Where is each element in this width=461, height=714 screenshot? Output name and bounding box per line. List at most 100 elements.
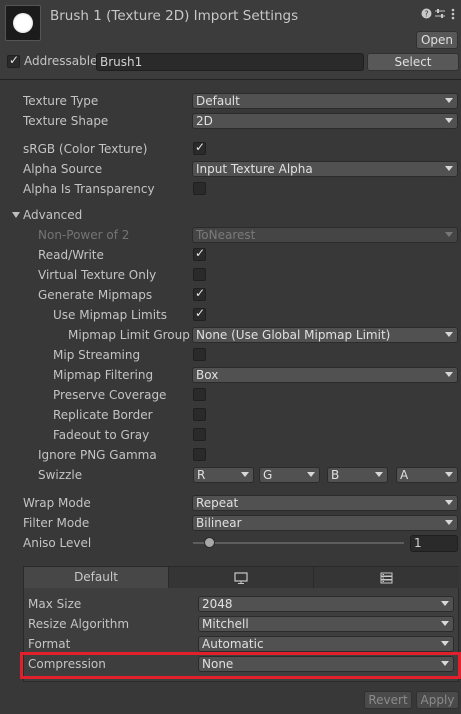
use-mipmap-limits-checkbox[interactable] [193,306,206,321]
monitor-icon [234,572,248,584]
mip-streaming-label: Mip Streaming [53,348,141,362]
generate-mipmaps-label: Generate Mipmaps [38,288,153,302]
tab-server[interactable] [314,567,459,588]
swizzle-g-value: G [263,468,273,482]
swizzle-g-dropdown[interactable]: G [259,467,320,483]
more-icon[interactable] [446,8,460,23]
filter-mode-value: Bilinear [196,516,242,530]
alpha-source-label: Alpha Source [23,162,103,176]
help-icon[interactable]: ? [419,8,433,22]
aniso-level-field[interactable]: 1 [410,535,458,552]
fadeout-to-gray-checkbox[interactable] [193,428,206,441]
alpha-is-transparency-checkbox[interactable] [193,182,206,195]
mip-streaming-checkbox[interactable] [193,348,206,361]
wrap-mode-label: Wrap Mode [23,496,91,510]
swizzle-a-dropdown[interactable]: A [396,467,458,483]
inspector-title: Brush 1 (Texture 2D) Import Settings [50,8,299,24]
inspector-header: Brush 1 (Texture 2D) Import Settings ? O… [0,0,461,80]
addressable-label: Addressable [24,54,98,68]
filter-mode-label: Filter Mode [23,516,90,530]
replicate-border-label: Replicate Border [53,408,153,422]
texture-type-dropdown[interactable]: Default [192,93,458,109]
filter-mode-dropdown[interactable]: Bilinear [192,515,458,531]
format-dropdown[interactable]: Automatic [198,636,454,652]
aniso-level-label: Aniso Level [23,536,92,550]
chevron-down-icon [445,472,453,477]
mipmap-filtering-label: Mipmap Filtering [53,368,154,382]
grid-icon [380,572,393,584]
address-field[interactable]: Brush1 [96,53,364,71]
swizzle-b-value: B [331,468,340,482]
non-power-of-2-dropdown: ToNearest [192,227,458,243]
max-size-value: 2048 [202,597,233,611]
alpha-is-transparency-label: Alpha Is Transparency [23,182,155,196]
use-mipmap-limits-label: Use Mipmap Limits [53,308,168,322]
generate-mipmaps-checkbox[interactable] [193,286,206,301]
swizzle-a-value: A [400,468,409,482]
mipmap-filtering-dropdown[interactable]: Box [192,367,458,383]
read-write-checkbox[interactable] [193,246,206,261]
chevron-down-icon [241,472,249,477]
chevron-down-icon [441,621,449,626]
chevron-down-icon [445,372,453,377]
addressable-checkbox[interactable] [7,53,20,68]
texture-shape-label: Texture Shape [23,114,109,128]
revert-button[interactable]: Revert [364,691,412,709]
chevron-down-icon [445,332,453,337]
read-write-label: Read/Write [38,248,104,262]
highlight-box [20,652,461,679]
swizzle-label: Swizzle [38,468,83,482]
srgb-label: sRGB (Color Texture) [23,142,148,156]
preserve-coverage-checkbox[interactable] [193,388,206,401]
chevron-down-icon [445,118,453,123]
texture-thumbnail [5,5,41,41]
srgb-checkbox[interactable] [193,140,206,155]
open-button[interactable]: Open [416,31,458,49]
svg-text:?: ? [424,10,428,19]
swizzle-r-dropdown[interactable]: R [193,467,254,483]
chevron-down-icon [445,520,453,525]
texture-type-label: Texture Type [23,94,99,108]
select-button[interactable]: Select [367,53,459,71]
ignore-png-gamma-checkbox[interactable] [193,448,206,461]
resize-algorithm-label: Resize Algorithm [28,617,130,631]
chevron-down-icon [445,232,453,237]
virtual-texture-only-checkbox[interactable] [193,268,206,281]
texture-shape-value: 2D [196,114,213,128]
chevron-down-icon [307,472,315,477]
ignore-png-gamma-label: Ignore PNG Gamma [38,448,157,462]
alpha-source-dropdown[interactable]: Input Texture Alpha [192,161,458,177]
presets-icon[interactable] [433,8,447,22]
tab-default[interactable]: Default [24,567,169,588]
foldout-arrow-icon[interactable] [12,212,20,218]
wrap-mode-dropdown[interactable]: Repeat [192,495,458,511]
chevron-down-icon [445,166,453,171]
chevron-down-icon [375,472,383,477]
format-label: Format [28,637,71,651]
fadeout-to-gray-label: Fadeout to Gray [53,428,150,442]
resize-algorithm-value: Mitchell [202,617,249,631]
aniso-level-slider-handle[interactable] [204,537,215,548]
chevron-down-icon [445,98,453,103]
chevron-down-icon [441,641,449,646]
resize-algorithm-dropdown[interactable]: Mitchell [198,616,454,632]
chevron-down-icon [441,601,449,606]
replicate-border-checkbox[interactable] [193,408,206,421]
apply-button[interactable]: Apply [416,691,459,709]
max-size-label: Max Size [28,597,82,611]
texture-shape-dropdown[interactable]: 2D [192,113,458,129]
aniso-level-slider-track[interactable] [193,542,404,544]
advanced-foldout-label[interactable]: Advanced [23,206,82,224]
non-power-of-2-value: ToNearest [196,228,256,242]
mipmap-limit-group-label: Mipmap Limit Group [68,328,190,342]
mipmap-limit-group-dropdown[interactable]: None (Use Global Mipmap Limit) [192,327,458,343]
swizzle-r-value: R [197,468,206,482]
virtual-texture-only-label: Virtual Texture Only [38,268,157,282]
alpha-source-value: Input Texture Alpha [196,162,313,176]
max-size-dropdown[interactable]: 2048 [198,596,454,612]
swizzle-b-dropdown[interactable]: B [327,467,388,483]
format-value: Automatic [202,637,264,651]
mipmap-filtering-value: Box [196,368,219,382]
mipmap-limit-group-value: None (Use Global Mipmap Limit) [196,328,391,342]
tab-standalone[interactable] [169,567,314,588]
